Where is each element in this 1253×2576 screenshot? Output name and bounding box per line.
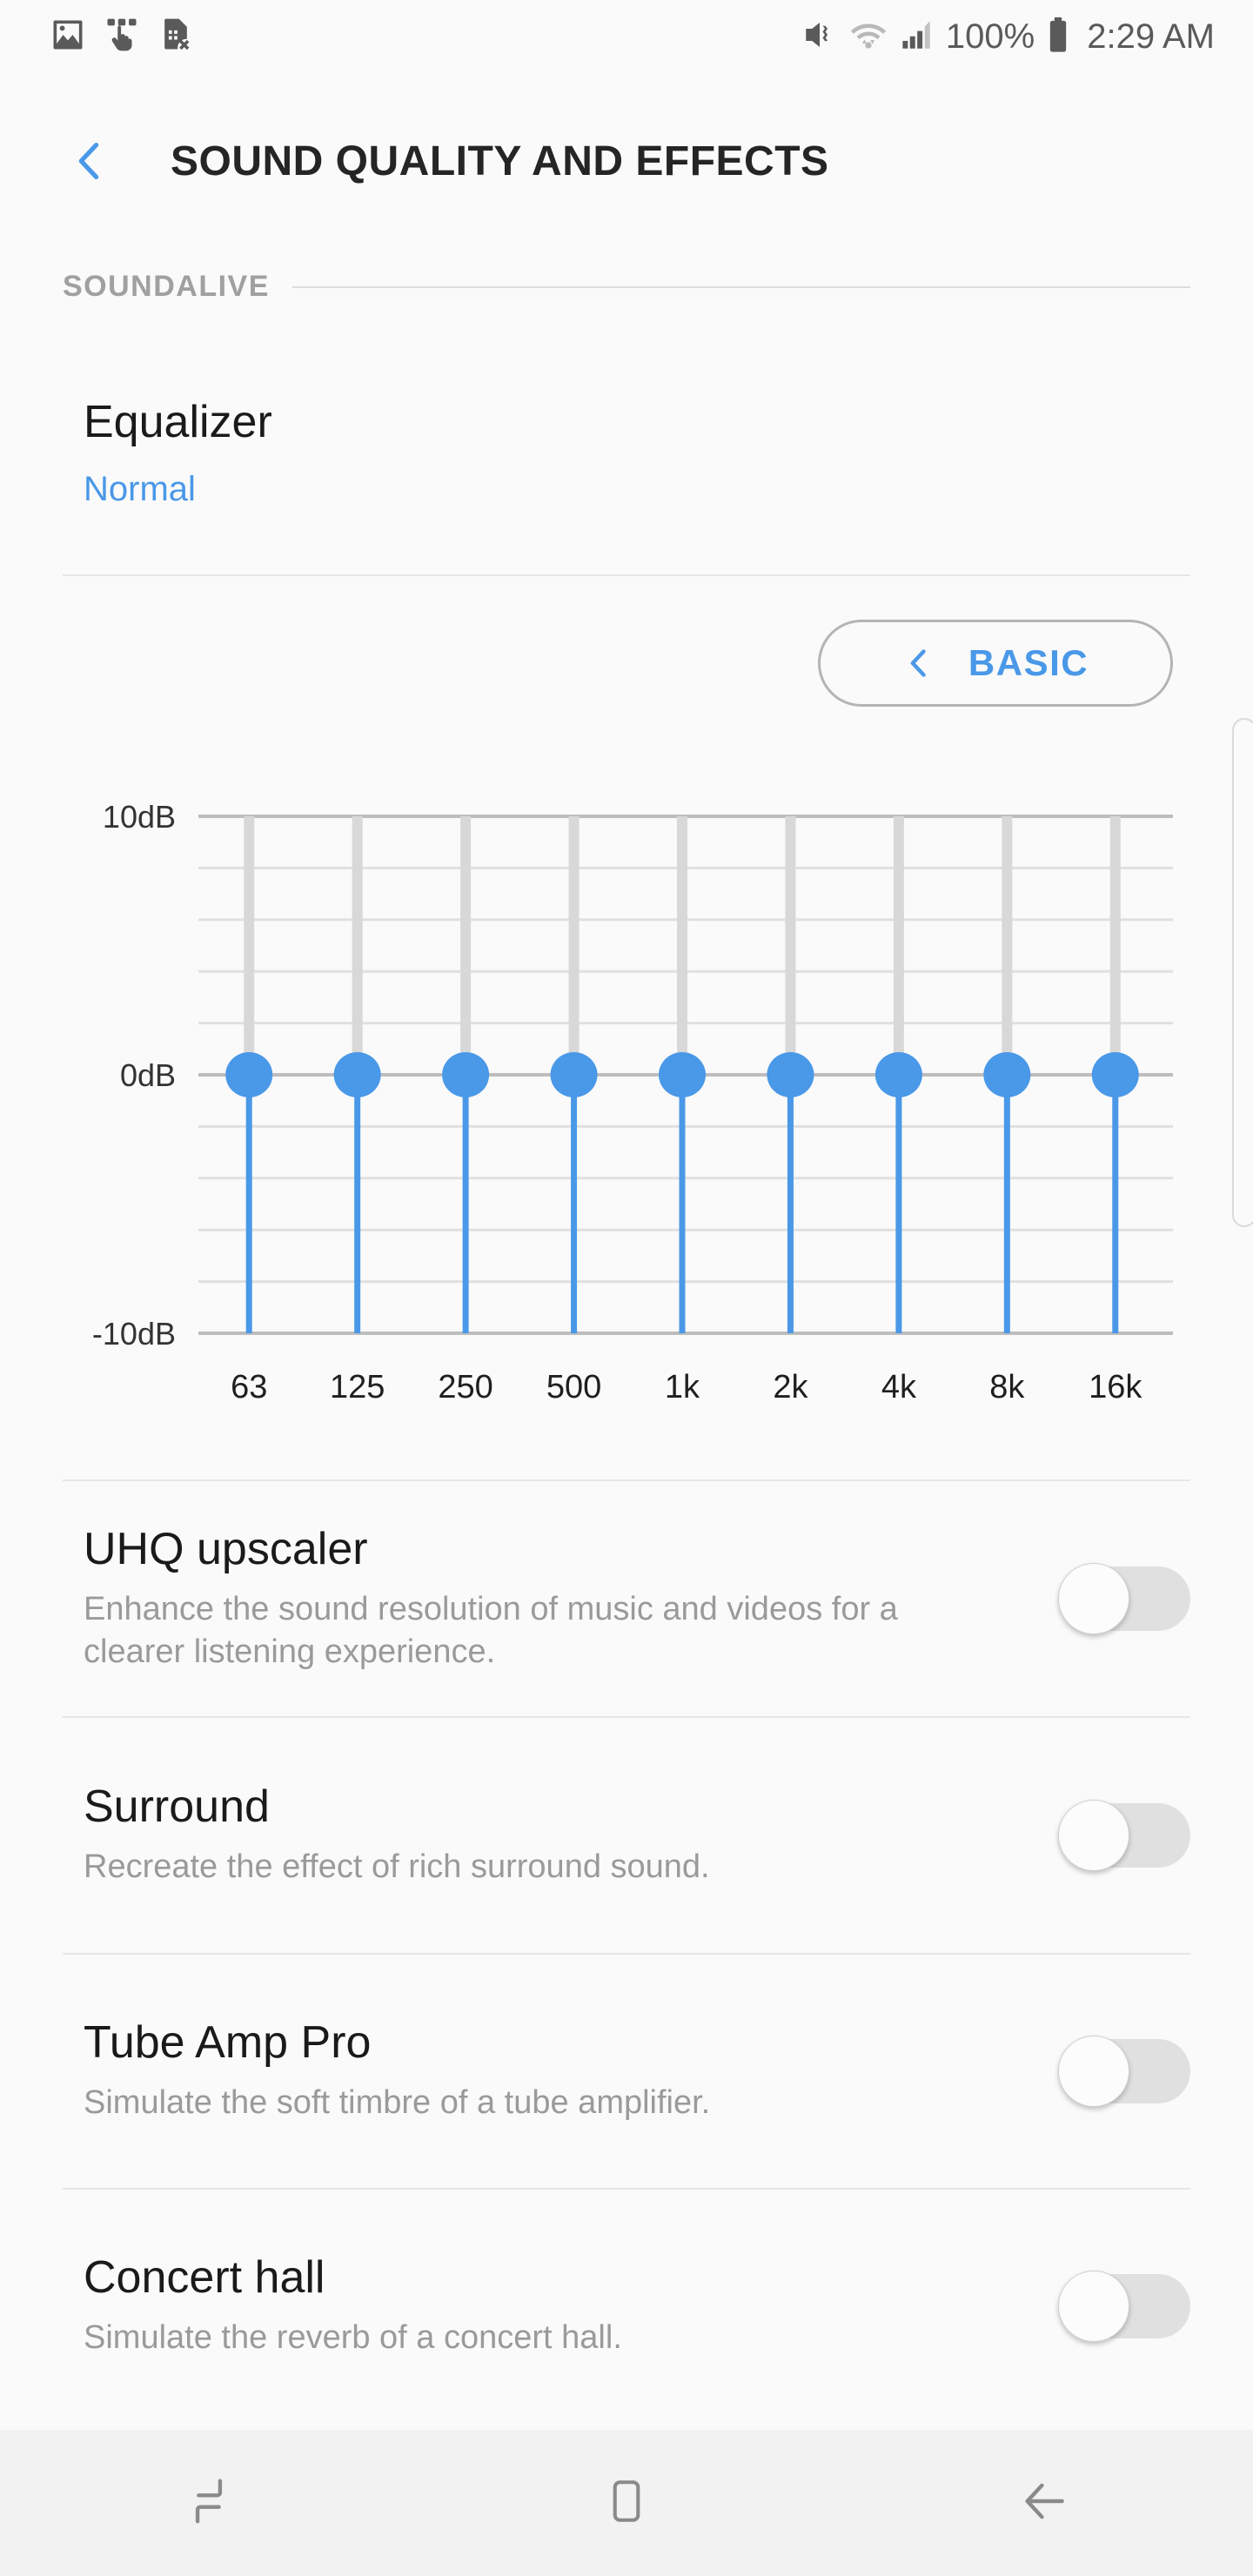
section-header-soundalive: SOUNDALIVE	[0, 270, 1253, 304]
status-bar-left-icons	[49, 16, 195, 58]
toggle-concert-hall[interactable]	[1058, 2271, 1190, 2342]
setting-row-tube-amp-pro[interactable]: Tube Amp Pro Simulate the soft timbre of…	[0, 1955, 1253, 2188]
signal-bars-icon	[899, 17, 935, 57]
recents-button[interactable]	[0, 2430, 418, 2576]
equalizer-chart[interactable]: 10dB 0dB -10dB 63 125 250 500 1k 2k 4k 8k 16k	[0, 783, 1253, 1410]
section-divider	[291, 285, 1190, 288]
toggle-thumb	[1058, 1563, 1129, 1634]
setting-description: Enhance the sound resolution of music an…	[84, 1590, 898, 1670]
equalizer-preset-value[interactable]: Normal	[84, 470, 196, 509]
status-bar: 100% 2:29 AM	[0, 0, 1253, 73]
eq-mode-basic-button[interactable]: BASIC	[818, 620, 1173, 707]
svg-text:500: 500	[546, 1369, 601, 1405]
setting-text: UHQ upscaler Enhance the sound resolutio…	[84, 1523, 1006, 1673]
svg-text:10dB: 10dB	[103, 799, 176, 835]
phone-screen: 100% 2:29 AM SOUND QUALITY AND EFFECTS S…	[0, 0, 1253, 2576]
divider-below-equalizer-title	[63, 574, 1190, 576]
equalizer-title[interactable]: Equalizer	[84, 396, 272, 448]
chevron-left-icon[interactable]	[902, 647, 935, 680]
battery-icon	[1045, 16, 1071, 58]
back-arrow-icon	[1017, 2474, 1071, 2532]
setting-description: Recreate the effect of rich surround sou…	[84, 1848, 710, 1886]
back-button[interactable]	[835, 2430, 1253, 2576]
clock-label: 2:29 AM	[1087, 17, 1215, 56]
setting-title: Concert hall	[84, 2252, 325, 2304]
app-bar: SOUND QUALITY AND EFFECTS	[0, 113, 1253, 209]
svg-text:-10dB: -10dB	[92, 1316, 176, 1352]
wifi-icon	[848, 15, 888, 59]
toggle-surround[interactable]	[1058, 1800, 1190, 1871]
setting-row-concert-hall[interactable]: Concert hall Simulate the reverb of a co…	[0, 2190, 1253, 2423]
toggle-thumb	[1058, 1800, 1129, 1871]
setting-text: Surround Recreate the effect of rich sur…	[84, 1781, 710, 1888]
eq-mode-label: BASIC	[968, 642, 1089, 683]
home-icon	[601, 2476, 652, 2531]
recents-icon	[182, 2474, 236, 2532]
multi-touch-icon	[103, 16, 141, 58]
setting-description: Simulate the soft timbre of a tube ampli…	[84, 2084, 711, 2122]
setting-text: Concert hall Simulate the reverb of a co…	[84, 2252, 622, 2359]
svg-text:0dB: 0dB	[120, 1057, 176, 1093]
toggle-thumb	[1058, 2036, 1129, 2107]
svg-text:125: 125	[330, 1369, 385, 1405]
setting-title: Tube Amp Pro	[84, 2017, 372, 2069]
image-icon	[49, 16, 87, 58]
toggle-tube-amp-pro[interactable]	[1058, 2036, 1190, 2107]
svg-text:2k: 2k	[773, 1369, 808, 1405]
toggle-uhq-upscaler[interactable]	[1058, 1563, 1190, 1634]
section-label: SOUNDALIVE	[63, 270, 270, 303]
svg-text:63: 63	[231, 1369, 267, 1405]
sim-card-off-icon	[157, 16, 195, 58]
toggle-thumb	[1058, 2271, 1129, 2342]
mute-vibrate-icon	[801, 17, 838, 57]
settings-list: UHQ upscaler Enhance the sound resolutio…	[0, 1479, 1253, 2423]
setting-title: Surround	[84, 1781, 270, 1833]
page-title: SOUND QUALITY AND EFFECTS	[171, 138, 829, 184]
setting-description: Simulate the reverb of a concert hall.	[84, 2319, 622, 2357]
system-navigation-bar	[0, 2430, 1253, 2576]
chevron-left-icon[interactable]	[42, 113, 137, 209]
svg-text:250: 250	[438, 1369, 492, 1405]
setting-row-surround[interactable]: Surround Recreate the effect of rich sur…	[0, 1718, 1253, 1953]
svg-text:8k: 8k	[989, 1369, 1025, 1405]
svg-text:4k: 4k	[881, 1369, 917, 1405]
setting-row-uhq-upscaler[interactable]: UHQ upscaler Enhance the sound resolutio…	[0, 1481, 1253, 1716]
battery-percent-label: 100%	[945, 17, 1035, 56]
setting-title: UHQ upscaler	[84, 1523, 368, 1574]
svg-text:16k: 16k	[1089, 1369, 1142, 1405]
svg-text:1k: 1k	[665, 1369, 700, 1405]
setting-text: Tube Amp Pro Simulate the soft timbre of…	[84, 2017, 711, 2124]
status-bar-right-icons: 100% 2:29 AM	[801, 15, 1215, 59]
home-button[interactable]	[418, 2430, 835, 2576]
